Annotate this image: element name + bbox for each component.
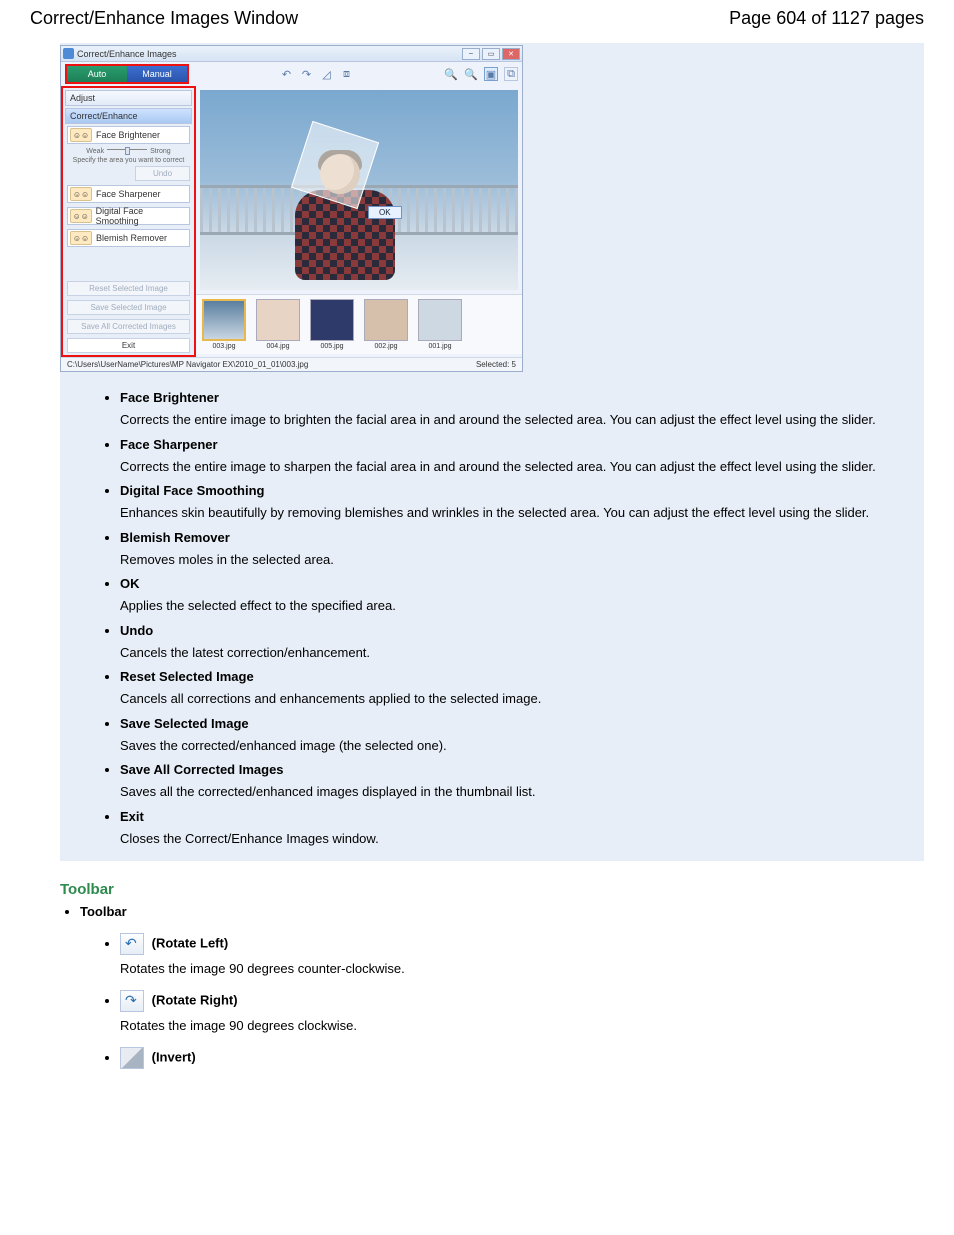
list-item: (Rotate Right) Rotates the image 90 degr…: [120, 990, 954, 1033]
list-item: (Invert): [120, 1047, 954, 1069]
zoom-out-icon[interactable]: 🔍: [464, 67, 478, 81]
face-sharpener-icon: ☺☺: [70, 187, 92, 201]
app-screenshot: Correct/Enhance Images – ▭ ✕ Auto Manual…: [60, 43, 924, 374]
thumbnail[interactable]: 002.jpg: [364, 299, 408, 350]
zoom-in-icon[interactable]: 🔍: [444, 67, 458, 81]
face-sharpener-button[interactable]: ☺☺ Face Sharpener: [67, 185, 190, 203]
window-close-button[interactable]: ✕: [502, 48, 520, 60]
blemish-remover-label: Blemish Remover: [96, 233, 167, 243]
compare-icon[interactable]: ⧉: [504, 67, 518, 81]
ok-button[interactable]: OK: [368, 206, 402, 219]
list-item: Digital Face SmoothingEnhances skin beau…: [120, 483, 904, 522]
list-item: Blemish RemoverRemoves moles in the sele…: [120, 530, 904, 569]
specify-area-caption: Specify the area you want to correct: [63, 157, 194, 164]
save-selected-button[interactable]: Save Selected Image: [67, 300, 190, 315]
status-path: C:\Users\UserName\Pictures\MP Navigator …: [67, 360, 308, 369]
page-number: Page 604 of 1127 pages: [729, 8, 924, 29]
panel-tab-correct-enhance[interactable]: Correct/Enhance: [65, 108, 192, 124]
digital-face-smoothing-label: Digital Face Smoothing: [96, 206, 187, 226]
list-item: Save Selected ImageSaves the corrected/e…: [120, 716, 904, 755]
undo-button[interactable]: Undo: [135, 166, 190, 181]
face-sharpener-label: Face Sharpener: [96, 189, 161, 199]
rotate-left-icon: [120, 933, 144, 955]
list-item: Face SharpenerCorrects the entire image …: [120, 437, 904, 476]
mode-tabs: Auto Manual: [65, 64, 189, 84]
face-brightener-button[interactable]: ☺☺ Face Brightener: [67, 126, 190, 144]
panel-tab-adjust[interactable]: Adjust: [65, 90, 192, 106]
list-item: ExitCloses the Correct/Enhance Images wi…: [120, 809, 904, 848]
slider-strong-label: Strong: [150, 148, 171, 155]
window-minimize-button[interactable]: –: [462, 48, 480, 60]
tab-auto[interactable]: Auto: [67, 66, 127, 82]
exit-button[interactable]: Exit: [67, 338, 190, 353]
list-item: OKApplies the selected effect to the spe…: [120, 576, 904, 615]
slider-weak-label: Weak: [86, 148, 104, 155]
reset-selected-button[interactable]: Reset Selected Image: [67, 281, 190, 296]
rotate-left-icon[interactable]: ↶: [280, 67, 294, 81]
left-panel: Adjust Correct/Enhance ☺☺ Face Brightene…: [61, 86, 196, 357]
crop-icon[interactable]: ⧈: [340, 67, 354, 81]
thumbnail[interactable]: 005.jpg: [310, 299, 354, 350]
blemish-remover-button[interactable]: ☺☺ Blemish Remover: [67, 229, 190, 247]
invert-icon[interactable]: ◿: [320, 67, 334, 81]
toolbar-label: Toolbar: [80, 904, 127, 919]
blemish-remover-icon: ☺☺: [70, 231, 92, 245]
effect-slider[interactable]: Weak Strong: [63, 146, 194, 157]
face-brightener-icon: ☺☺: [70, 128, 92, 142]
status-selected: Selected: 5: [476, 360, 516, 369]
definition-list: Face BrightenerCorrects the entire image…: [60, 374, 924, 861]
toolbar-list: Toolbar (Rotate Left) Rotates the image …: [60, 904, 954, 1069]
digital-face-smoothing-icon: ☺☺: [70, 209, 92, 223]
thumbnail[interactable]: 004.jpg: [256, 299, 300, 350]
list-item: (Rotate Left) Rotates the image 90 degre…: [120, 933, 954, 976]
image-canvas[interactable]: OK: [200, 90, 518, 290]
list-item: UndoCancels the latest correction/enhanc…: [120, 623, 904, 662]
invert-icon: [120, 1047, 144, 1069]
thumbnail-strip: 003.jpg 004.jpg 005.jpg 002.jpg: [196, 294, 522, 354]
content-block: Correct/Enhance Images – ▭ ✕ Auto Manual…: [60, 43, 924, 861]
face-brightener-label: Face Brightener: [96, 130, 160, 140]
thumbnail[interactable]: 001.jpg: [418, 299, 462, 350]
digital-face-smoothing-button[interactable]: ☺☺ Digital Face Smoothing: [67, 207, 190, 225]
save-all-button[interactable]: Save All Corrected Images: [67, 319, 190, 334]
window-title: Correct/Enhance Images: [77, 49, 177, 59]
rotate-right-icon: [120, 990, 144, 1012]
list-item: Face BrightenerCorrects the entire image…: [120, 390, 904, 429]
toolbar-heading: Toolbar: [60, 881, 954, 898]
rotate-right-icon[interactable]: ↷: [300, 67, 314, 81]
list-item: Reset Selected ImageCancels all correcti…: [120, 669, 904, 708]
page-title: Correct/Enhance Images Window: [30, 8, 298, 29]
window-maximize-button[interactable]: ▭: [482, 48, 500, 60]
app-icon: [63, 48, 74, 59]
thumbnail[interactable]: 003.jpg: [202, 299, 246, 350]
list-item: Save All Corrected ImagesSaves all the c…: [120, 762, 904, 801]
fit-window-icon[interactable]: ▣: [484, 67, 498, 81]
tab-manual[interactable]: Manual: [127, 66, 187, 82]
